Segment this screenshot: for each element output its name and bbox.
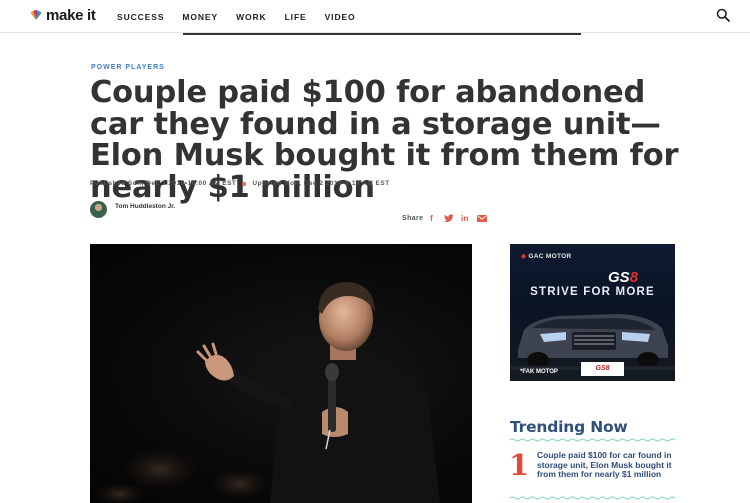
ad-model: GS8: [608, 269, 638, 286]
ad-brand-text: GAC MOTOR: [528, 253, 572, 260]
nav-item-money[interactable]: MONEY: [182, 12, 218, 22]
trending-item-link[interactable]: Couple paid $100 for car found in storag…: [537, 450, 675, 480]
ad-slogan: STRIVE FOR MORE: [530, 286, 655, 298]
share-label: Share: [402, 215, 424, 222]
ad-brand: ◆ GAC MOTOR: [521, 252, 571, 260]
published-date: Published Sun, Dec 1 2019•10:00 AM EST: [90, 180, 237, 187]
nav-item-life[interactable]: LIFE: [285, 12, 307, 22]
ad-badge: GS8: [581, 362, 624, 376]
trending-title: Trending Now: [510, 418, 628, 436]
ad-model-accent: 8: [629, 269, 639, 286]
trending-rank: 1: [509, 448, 530, 482]
site-logo[interactable]: make it: [29, 7, 96, 24]
ad-footer: *FAK MOTOP: [520, 369, 558, 375]
advertisement[interactable]: ◆ GAC MOTOR GS8 STRIVE FOR MORE *FAK MOT…: [510, 244, 675, 381]
updated-date: Updated Mon, Dec 2 2019•9:14 AM EST: [252, 180, 390, 187]
gac-logo-icon: ◆: [521, 253, 527, 260]
article-dates: Published Sun, Dec 1 2019•10:00 AM EST U…: [90, 180, 390, 187]
twitter-icon[interactable]: [444, 214, 454, 223]
nav-item-success[interactable]: SUCCESS: [117, 12, 164, 22]
nav-item-video[interactable]: VIDEO: [325, 12, 356, 22]
reading-progress-bar: [183, 33, 581, 35]
wavy-divider: [510, 438, 675, 442]
logo-text: make it: [46, 7, 96, 24]
linkedin-icon[interactable]: in: [461, 214, 469, 223]
hero-image: [90, 244, 472, 503]
facebook-icon[interactable]: f: [430, 214, 433, 223]
separator-dot: [242, 181, 247, 186]
search-icon[interactable]: [716, 8, 730, 22]
peacock-icon: [30, 10, 42, 20]
author-name[interactable]: Tom Huddleston Jr.: [115, 203, 175, 210]
main-nav: SUCCESS MONEY WORK LIFE VIDEO: [117, 12, 374, 22]
author-avatar[interactable]: [90, 201, 107, 218]
site-header: make it SUCCESS MONEY WORK LIFE VIDEO: [0, 0, 750, 33]
article-category[interactable]: POWER PLAYERS: [91, 64, 165, 71]
suv-image: [510, 314, 675, 370]
wavy-divider: [510, 496, 675, 500]
nav-item-work[interactable]: WORK: [236, 12, 267, 22]
ad-model-text: GS: [608, 269, 630, 286]
speaker-photo: [94, 282, 440, 503]
email-icon[interactable]: [477, 214, 487, 223]
